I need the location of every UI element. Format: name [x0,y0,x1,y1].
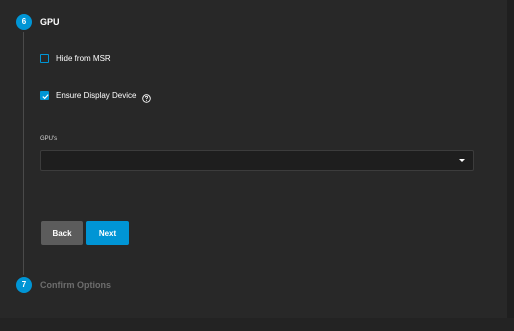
checkmark-icon [42,94,49,100]
ensure-display-device-label[interactable]: Ensure Display Device [56,91,136,100]
dropdown-arrow-icon [459,159,465,162]
step-7-title[interactable]: Confirm Options [40,280,111,290]
help-circle-icon[interactable] [142,90,151,103]
hide-from-msr-label[interactable]: Hide from MSR [56,54,111,63]
step-6-title[interactable]: GPU [40,17,60,27]
back-button[interactable]: Back [41,221,83,245]
gpus-select[interactable] [40,150,474,171]
bottom-edge-panel [0,318,514,331]
gpus-field-label: GPU's [40,136,58,142]
step-6-indicator[interactable]: 6 [16,14,32,30]
next-button[interactable]: Next [86,221,129,245]
hide-from-msr-checkbox[interactable] [40,54,49,63]
stepper-connector [23,32,24,275]
ensure-display-device-checkbox[interactable] [40,91,49,100]
step-7-indicator[interactable]: 7 [16,277,32,293]
right-edge-panel [507,0,514,331]
